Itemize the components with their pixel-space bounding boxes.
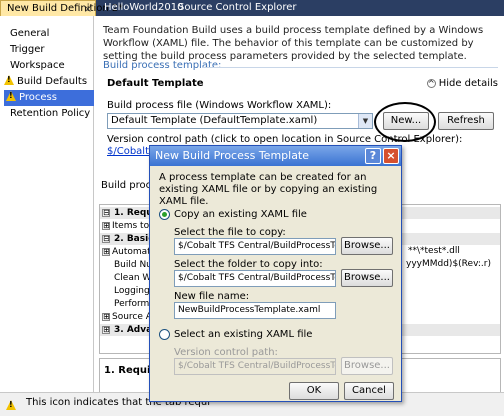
expand-icon[interactable]: ⊞ (102, 313, 110, 321)
section-divider (202, 67, 498, 68)
collapse-icon: ^ (426, 79, 436, 88)
tab-new-build-definition[interactable]: New Build Definition 2* × (0, 0, 123, 17)
browse-file-button[interactable]: Browse... (341, 237, 393, 255)
browse-folder-button[interactable]: Browse... (341, 269, 393, 287)
collapse-icon[interactable]: ⊟ (102, 209, 110, 217)
select-existing-radio[interactable] (159, 329, 170, 340)
vc-path-label: Version control path: (174, 347, 278, 358)
cancel-button[interactable]: Cancel (344, 382, 394, 400)
tab-label: Source Control Explorer (178, 2, 297, 13)
file-to-copy-input[interactable]: $/Cobalt TFS Central/BuildProcessTemplat… (174, 238, 336, 255)
hide-details-label: Hide details (438, 78, 498, 89)
version-control-label: Version control path (click to open loca… (107, 134, 463, 145)
warning-icon (4, 75, 14, 85)
process-file-label: Build process file (Windows Workflow XAM… (107, 100, 332, 111)
warning-icon (6, 91, 16, 101)
dialog-title: New Build Process Template (155, 149, 310, 162)
tab-source-control-explorer[interactable]: Source Control Explorer (172, 0, 303, 16)
sidebar-item-workspace[interactable]: Workspace (10, 58, 65, 74)
sidebar-item-label: Process (19, 92, 57, 103)
sidebar-item-retention-policy[interactable]: Retention Policy (10, 106, 90, 122)
hide-details-toggle[interactable]: ^ Hide details (426, 78, 498, 89)
expand-icon[interactable]: ⊞ (102, 326, 110, 334)
expand-icon[interactable]: ⊞ (102, 248, 110, 256)
help-button[interactable]: ? (365, 148, 381, 164)
new-build-process-template-dialog: New Build Process Template ? × A process… (149, 145, 402, 402)
ok-button[interactable]: OK (289, 382, 339, 400)
grid-value: yyyMMdd)$(Rev:.r) (406, 259, 492, 269)
copy-existing-label: Copy an existing XAML file (174, 209, 307, 220)
expand-icon[interactable]: ⊞ (102, 222, 110, 230)
warning-icon (6, 399, 19, 412)
copy-existing-radio[interactable] (159, 209, 170, 220)
sidebar-item-label: Retention Policy (10, 108, 91, 119)
document-tab-bar: New Build Definition 2* × HelloWorld2010… (0, 0, 504, 16)
vc-path-input[interactable]: $/Cobalt TFS Central/BuildProcessTemplat… (174, 358, 336, 375)
process-description: Team Foundation Build uses a build proce… (103, 25, 484, 62)
sidebar-item-process[interactable]: Process (4, 90, 94, 106)
folder-label: Select the folder to copy into: (174, 259, 323, 270)
sidebar-item-label: Trigger (10, 44, 45, 55)
sidebar-item-label: Build Defaults (17, 76, 88, 87)
grid-value: **\*test*.dll (408, 246, 460, 256)
folder-input[interactable]: $/Cobalt TFS Central/BuildProcessTemplat… (174, 270, 336, 287)
template-name: Default Template (107, 78, 204, 89)
close-button[interactable]: × (383, 148, 399, 164)
close-tab-icon[interactable]: × (84, 2, 92, 17)
grid-row-label: 2. Basic (114, 234, 154, 244)
collapse-icon[interactable]: ⊟ (102, 235, 110, 243)
sidebar-item-general[interactable]: General (10, 26, 49, 42)
sidebar-item-label: Workspace (10, 60, 65, 71)
sidebar-item-trigger[interactable]: Trigger (10, 42, 45, 58)
section-heading: Build process template: (103, 60, 222, 71)
sidebar-item-label: General (10, 28, 50, 39)
refresh-button[interactable]: Refresh (438, 112, 494, 130)
dropdown-value: Default Template (DefaultTemplate.xaml) (111, 115, 318, 126)
new-file-name-label: New file name: (174, 291, 250, 302)
dialog-title-bar[interactable]: New Build Process Template (150, 146, 401, 166)
select-existing-label: Select an existing XAML file (174, 329, 313, 340)
new-file-name-input[interactable]: NewBuildProcessTemplate.xaml (174, 302, 336, 319)
browse-vc-button[interactable]: Browse... (341, 357, 393, 375)
chevron-down-icon: ▼ (358, 114, 372, 128)
dialog-description: A process template can be created for an… (159, 172, 378, 207)
sidebar-item-build-defaults[interactable]: Build Defaults (4, 74, 87, 90)
sidebar-nav: General Trigger Workspace Build Defaults… (0, 16, 94, 404)
process-file-dropdown[interactable]: Default Template (DefaultTemplate.xaml) … (107, 113, 373, 129)
file-to-copy-label: Select the file to copy: (174, 227, 286, 238)
